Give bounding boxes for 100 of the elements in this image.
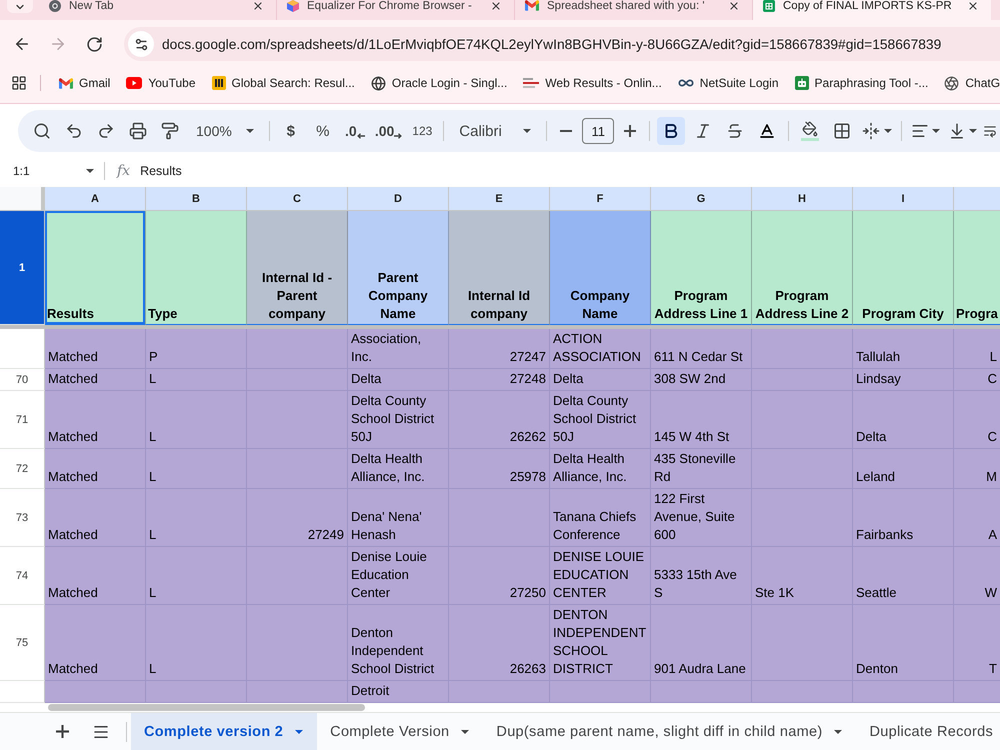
font-dropdown[interactable]: Calibri <box>451 117 540 145</box>
row-header[interactable]: 73 <box>0 489 45 547</box>
column-header[interactable]: A <box>45 187 146 210</box>
column-header[interactable]: B <box>146 187 247 210</box>
close-button[interactable] <box>252 0 264 12</box>
bookmark[interactable]: NetSuite Login <box>670 70 787 96</box>
column-heading: Parent Company Name <box>348 211 449 325</box>
table-cell: Detroit <box>348 681 449 702</box>
caret-icon <box>86 169 94 173</box>
column-heading: Program Address Line 1 <box>651 211 752 325</box>
close-button[interactable] <box>728 0 740 12</box>
table-cell-text: C <box>986 370 998 388</box>
row-header[interactable]: 72 <box>0 449 45 489</box>
sheet-tab[interactable]: Complete version 2 <box>131 713 318 750</box>
paint-bucket-icon <box>802 121 818 137</box>
bookmark[interactable]: ChatG <box>936 70 1000 96</box>
table-cell: Delta County School District 50J <box>550 391 651 448</box>
table-cell: DENTON INDEPENDENT SCHOOL DISTRICT <box>550 605 651 680</box>
bookmark[interactable]: Global Search: Resul... <box>204 70 363 96</box>
name-box[interactable]: 1:1 <box>13 160 98 182</box>
table-cell-text: T <box>988 660 998 678</box>
site-info-button[interactable] <box>128 31 154 57</box>
wrap-icon <box>983 124 998 138</box>
bookmark[interactable]: Web Results - Onlin... <box>515 70 670 96</box>
table-cell-text: M <box>985 468 998 486</box>
tab-list-button[interactable] <box>7 0 33 13</box>
table-cell: Matched <box>45 391 146 448</box>
sheet-tab[interactable]: Complete Version <box>317 713 484 750</box>
close-icon <box>252 0 264 12</box>
column-heading: Company Name <box>550 211 651 325</box>
decrease-decimal-button[interactable]: .0 <box>340 117 369 145</box>
column-heading: Type <box>146 211 247 325</box>
sheet-tab[interactable]: Duplicate Records <box>856 713 1000 750</box>
table-cell: Delta Health Alliance, Inc. <box>550 449 651 488</box>
table-cell: ACTION ASSOCIATION <box>550 329 651 368</box>
row-header[interactable]: 75 <box>0 605 45 681</box>
browser-tab[interactable]: Copy of FINAL IMPORTS KS-PR <box>753 0 991 20</box>
row-header[interactable]: 71 <box>0 391 45 449</box>
bookmark[interactable]: Paraphrasing Tool -... <box>786 70 936 96</box>
close-button[interactable] <box>967 0 979 12</box>
column-header[interactable]: E <box>449 187 550 210</box>
increase-decimal-button[interactable]: .00 <box>372 117 404 145</box>
bookmark[interactable]: Gmail <box>51 70 118 96</box>
sheet-tab[interactable]: Dup(same parent name, slight diff in child name) <box>483 713 856 750</box>
row-header[interactable]: 74 <box>0 547 45 605</box>
table-cell: Leland <box>853 449 954 488</box>
row-header[interactable]: 1 <box>0 211 45 325</box>
column-heading: Program Address Line 2 <box>752 211 853 325</box>
caret-icon <box>969 129 978 133</box>
table-cell: Dena' Nena' Henash <box>348 489 449 546</box>
search-icon <box>33 122 51 140</box>
column-header[interactable]: F <box>550 187 651 210</box>
font-size-field[interactable]: 11 <box>582 118 614 144</box>
reload-icon <box>86 36 102 52</box>
table-cell: Delta <box>853 391 954 448</box>
caret-icon <box>932 129 940 133</box>
close-button[interactable] <box>490 0 502 12</box>
paint-roller-icon <box>161 122 179 140</box>
borders-icon <box>833 122 852 140</box>
undo-icon <box>65 122 83 140</box>
function-label: fx <box>117 163 130 179</box>
column-header[interactable]: I <box>853 187 954 210</box>
table-cell: 27247 <box>449 329 550 368</box>
bookmark[interactable]: YouTube <box>118 70 204 96</box>
address-field[interactable]: docs.google.com/spreadsheets/d/1LoErMviqbfOE74KQL2eylYwIn8BGHVBin-y-8U66GZA/edit?gid=158667839#gid=158667839 <box>124 27 1000 61</box>
plus-icon <box>56 725 68 738</box>
mail-icon <box>59 78 73 88</box>
table-cell: 145 W 4th St <box>651 391 752 448</box>
column-header[interactable]: H <box>752 187 853 210</box>
stripes-logo-icon <box>212 76 226 90</box>
zoom-dropdown[interactable]: 100% <box>188 117 262 145</box>
table-cell: 26262 <box>449 391 550 448</box>
currency-button[interactable]: $ <box>276 117 305 145</box>
plus-icon <box>624 125 636 137</box>
column-header[interactable]: G <box>651 187 752 210</box>
table-cell: 26263 <box>449 605 550 680</box>
merge-icon <box>862 122 880 140</box>
close-icon <box>728 0 740 12</box>
table-cell-text: C <box>986 428 998 446</box>
number-format-button[interactable]: 123 <box>408 117 436 145</box>
percent-button[interactable]: % <box>308 117 337 145</box>
column-heading: Program City <box>853 211 954 325</box>
column-heading: Internal Id company <box>449 211 550 325</box>
caret-icon <box>246 129 254 133</box>
table-cell: Delta County School District 50J <box>348 391 449 448</box>
bookmark[interactable]: Oracle Login - Singl... <box>362 70 516 96</box>
table-cell: 27250 <box>449 547 550 604</box>
scrollbar-thumb[interactable] <box>48 704 365 711</box>
table-cell: Delta <box>550 369 651 390</box>
table-cell: L <box>146 489 247 546</box>
bold-button[interactable] <box>657 117 686 145</box>
formula-field[interactable]: Results <box>140 160 1000 182</box>
table-cell: 308 SW 2nd <box>651 369 752 390</box>
column-heading: Internal Id - Parent company <box>247 211 348 325</box>
table-cell: 611 N Cedar St <box>651 329 752 368</box>
row-header[interactable]: 70 <box>0 369 45 391</box>
column-header[interactable]: C <box>247 187 348 210</box>
column-header[interactable]: D <box>348 187 449 210</box>
sliders-icon <box>134 36 148 52</box>
table-cell: Matched <box>45 489 146 546</box>
